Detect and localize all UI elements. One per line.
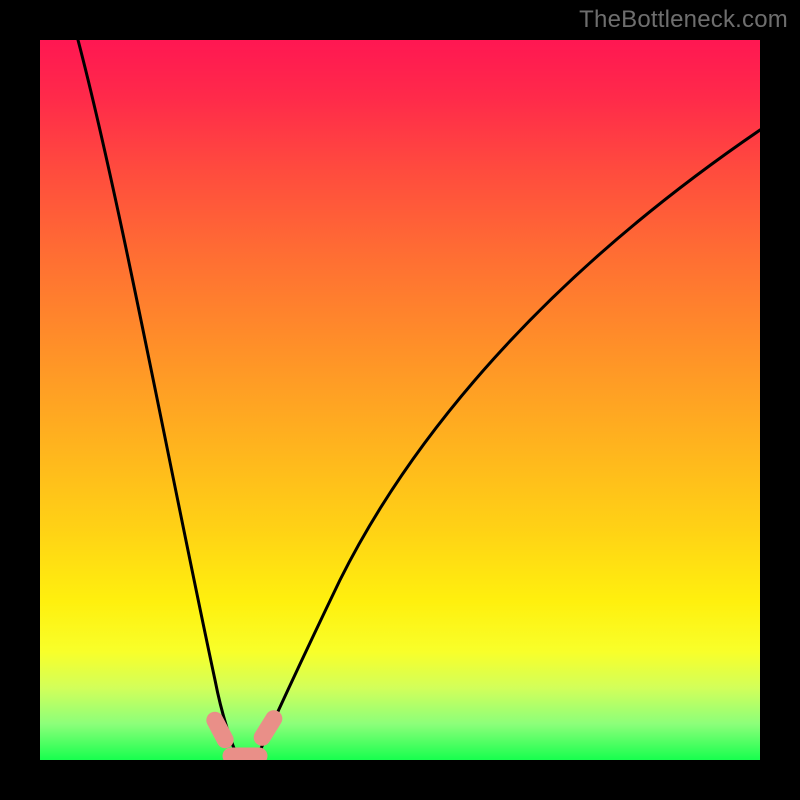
curve-overlay [40,40,760,760]
markers-group [204,708,285,760]
watermark-text: TheBottleneck.com [579,6,788,34]
plot-area [40,40,760,760]
bottleneck-curve [78,40,760,755]
right-marker [251,708,285,749]
bottom-marker [223,748,267,760]
chart-frame: TheBottleneck.com [0,0,800,800]
left-marker [204,709,236,750]
